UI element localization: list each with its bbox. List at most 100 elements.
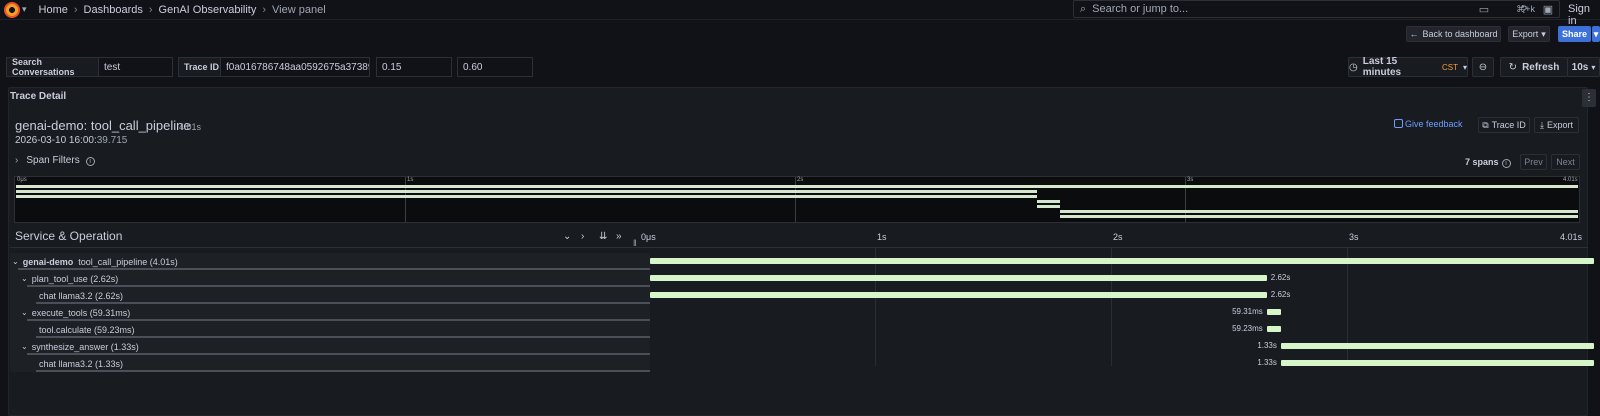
back-to-dashboard-button[interactable]: ← Back to dashboard [1406,26,1501,42]
trace-start-time: 2026-03-10 16:00:39.715 [15,135,127,146]
give-feedback-link[interactable]: Give feedback [1405,119,1463,129]
span-row[interactable]: ⌄ plan_tool_use (2.62s) 2.62s [10,270,1588,287]
span-operation: synthesize_answer (1.33s) [31,341,139,352]
minimap-tick: 1s [407,177,414,183]
span-bar[interactable] [1280,343,1594,349]
breadcrumb-genai-observability[interactable]: GenAI Observability [159,4,257,16]
info-icon[interactable]: i [85,157,95,166]
zoom-out-button[interactable]: ⊖ [1472,57,1494,77]
breadcrumb-home[interactable]: Home [39,4,68,16]
search-conversations-input[interactable]: test [98,57,173,77]
span-duration-label: 59.31ms [1232,307,1263,316]
back-to-dashboard-label: Back to dashboard [1422,29,1498,39]
trace-start-ms: 39.715 [96,135,128,146]
time-range-picker[interactable]: ◷ Last 15 minutes CST ▾ [1348,56,1468,78]
prev-button[interactable]: Prev [1520,154,1547,170]
arrow-left-icon: ← [1409,29,1419,39]
timeline-tick: 2s [1113,232,1123,242]
span-bar[interactable] [650,258,1594,264]
refresh-interval-label: 10s [1571,61,1589,73]
span-row[interactable]: ⌄ execute_tools (59.31ms) 59.31ms [10,304,1588,321]
keyboard-icon[interactable]: ▭ [1476,2,1492,18]
threshold-min-input[interactable]: 0.15 [376,57,452,77]
span-duration-label: 1.33s [1257,341,1277,350]
span-service: genai-demo [22,256,74,267]
trace-export-label: Export [1546,120,1573,130]
feedback-icon [1394,119,1403,128]
trace-start-date: 2026-03-10 16:00: [15,135,97,146]
refresh-interval-picker[interactable]: 10s ▾ [1567,57,1600,77]
chevron-down-icon: ▾ [1593,28,1599,39]
trace-id-input[interactable]: f0a016786748aa0592675a37389 [220,57,370,77]
collapse-all-icon[interactable]: ⇊ [599,231,607,242]
info-icon[interactable]: i [1501,159,1511,168]
span-row[interactable]: tool.calculate (59.23ms) 59.23ms [10,321,1588,338]
trace-id-button[interactable]: ⧉ Trace ID [1478,117,1530,133]
trace-id-button-label: Trace ID [1491,120,1526,130]
minimap-span-bar [1036,200,1060,203]
expand-one-icon[interactable]: › [581,231,584,242]
span-operation: tool.calculate (59.23ms) [39,324,135,335]
minimap-gridline [405,177,406,222]
span-duration-label: 2.62s [1270,273,1291,282]
breadcrumb-separator-icon: › [262,3,267,16]
span-bar[interactable] [650,275,1267,281]
search-icon: ⌕ [1080,2,1087,15]
timezone-badge: CST [1441,62,1458,72]
search-placeholder: Search or jump to... [1092,3,1189,15]
breadcrumb-dashboards[interactable]: Dashboards [84,4,143,16]
clock-icon: ◷ [1349,61,1358,73]
minimap-span-bar [1059,210,1578,213]
span-operation: execute_tools (59.31ms) [31,307,131,318]
trace-duration: 4.01s [179,122,202,132]
collapse-one-icon[interactable]: ⌄ [563,231,571,242]
expand-all-icon[interactable]: » [616,231,622,242]
export-label: Export [1512,29,1539,39]
timeline-tick: 1s [877,232,887,242]
refresh-icon: ↻ [1508,61,1518,73]
span-row[interactable]: ⌄ synthesize_answer (1.33s) 1.33s [10,338,1594,355]
trace-minimap[interactable]: 0μs 1s 2s 3s 4.01s [14,176,1580,223]
chevron-down-icon[interactable]: ⌄ [12,257,19,266]
help-icon[interactable]: ? [1516,2,1532,18]
minimap-span-bar [16,190,1037,193]
span-filters-toggle[interactable]: › Span Filters i [15,155,95,166]
refresh-label: Refresh [1522,61,1560,73]
span-row[interactable]: chat llama3.2 (1.33s) 1.33s [10,355,1594,372]
minimap-tick: 0μs [17,177,27,183]
span-operation: plan_tool_use (2.62s) [31,273,119,284]
span-bar[interactable] [1266,326,1281,332]
span-bar[interactable] [650,292,1267,298]
span-bar[interactable] [1280,360,1594,366]
span-duration-label: 2.62s [1270,290,1291,299]
export-dropdown-button[interactable]: Export ▾ [1508,26,1550,42]
refresh-button[interactable]: ↻ Refresh [1500,57,1568,77]
service-operation-header: Service & Operation [15,229,123,243]
column-resizer-handle[interactable]: ‖ [633,238,637,248]
span-row[interactable]: ⌄ genai-demo tool_call_pipeline (4.01s) [10,253,1594,270]
share-dropdown-button[interactable]: ▾ [1592,26,1600,42]
span-bar[interactable] [1266,309,1281,315]
time-range-label: Last 15 minutes [1362,56,1402,78]
news-icon[interactable]: ▣ [1540,2,1556,18]
breadcrumb-separator-icon: › [148,3,153,16]
span-row[interactable]: chat llama3.2 (2.62s) 2.62s [10,287,1588,304]
sign-in-link[interactable]: Sign in [1568,3,1600,27]
panel-menu-icon[interactable]: ⋮ [1582,89,1596,107]
chevron-down-icon[interactable]: ⌄ [21,308,28,317]
grafana-logo-icon[interactable] [4,1,20,18]
copy-icon: ⧉ [1482,119,1489,130]
threshold-max-input[interactable]: 0.60 [457,57,533,77]
chevron-down-icon[interactable]: ▾ [22,4,27,15]
span-operation: chat llama3.2 (1.33s) [39,358,124,369]
span-duration-label: 59.23ms [1232,324,1263,333]
share-button[interactable]: Share [1558,26,1591,42]
trace-id-label: Trace ID [178,57,221,77]
trace-export-button[interactable]: ⤓ Export [1534,117,1579,133]
chevron-down-icon[interactable]: ⌄ [21,274,28,283]
download-icon: ⤓ [1540,119,1544,130]
next-button[interactable]: Next [1551,154,1580,170]
chevron-down-icon[interactable]: ⌄ [21,342,28,351]
span-operation: tool_call_pipeline (4.01s) [78,256,178,267]
minimap-tick: 2s [797,177,804,183]
